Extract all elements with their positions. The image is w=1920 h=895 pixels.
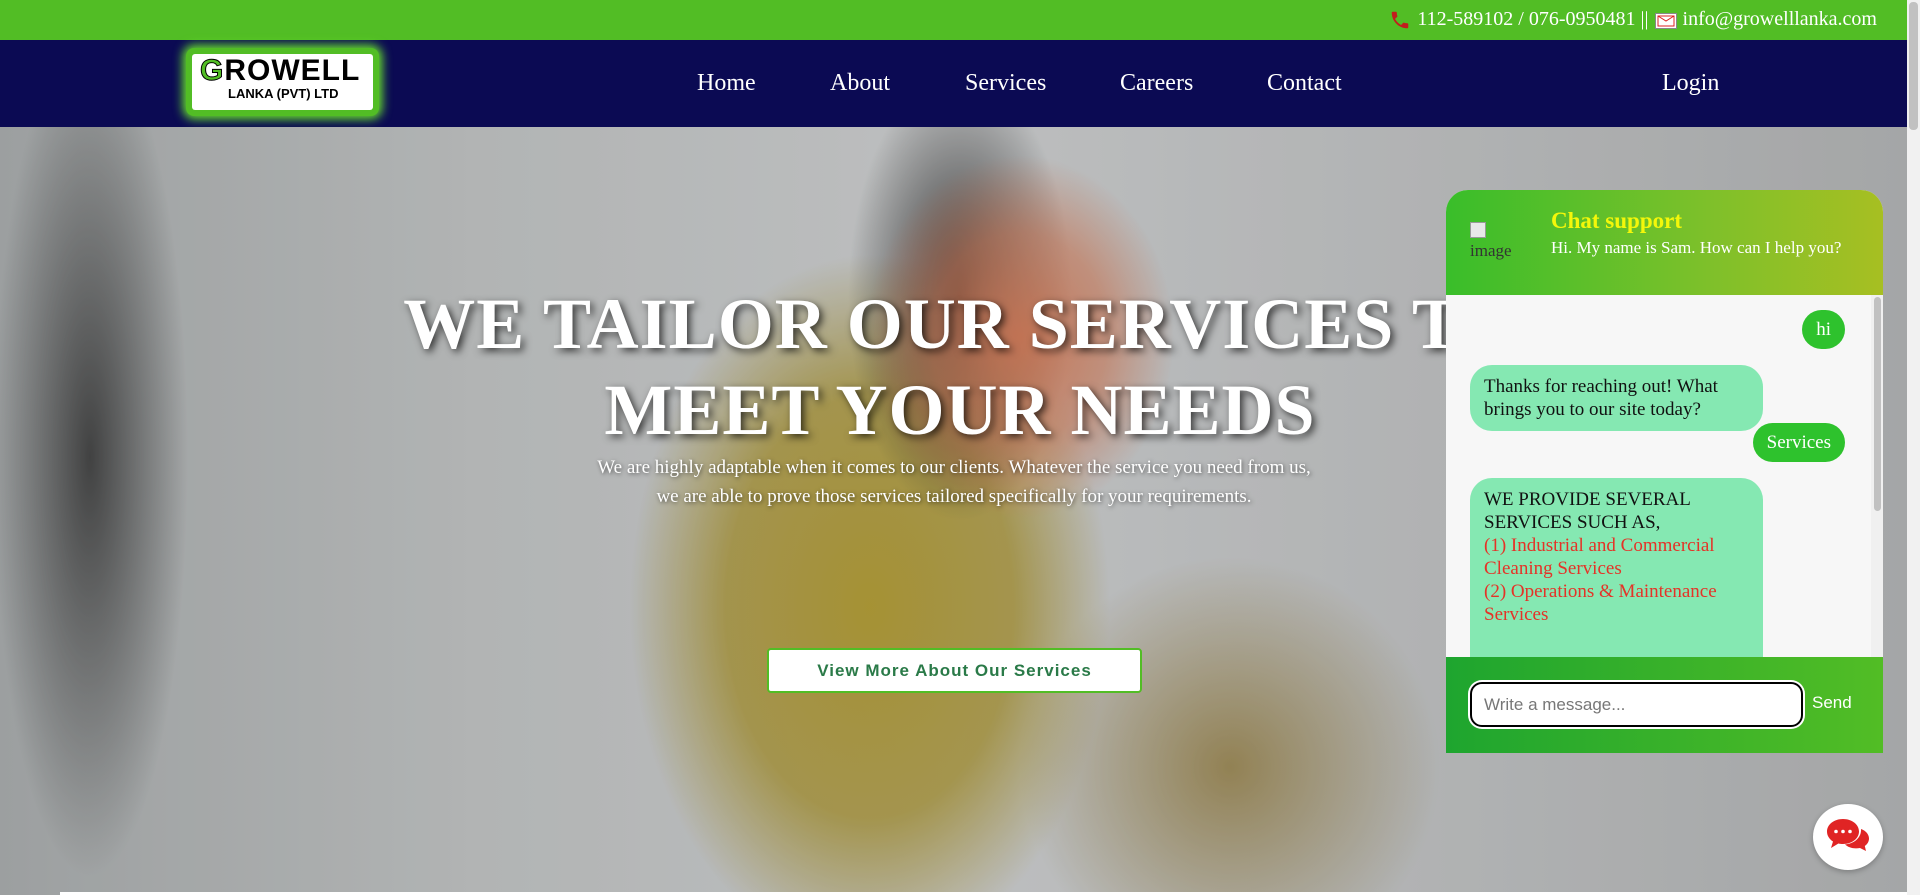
hero-title-line-2: MEET YOUR NEEDS — [604, 370, 1316, 450]
chat-bubbles-icon — [1825, 815, 1871, 860]
chat-support-widget: image Chat support Hi. My name is Sam. H… — [1446, 190, 1883, 753]
bot-message-intro: WE PROVIDE SEVERAL SERVICES SUCH AS, — [1484, 489, 1691, 533]
chat-input-bar: Send — [1446, 657, 1883, 753]
hero-subtitle-line-2: we are able to prove those services tail… — [656, 486, 1252, 507]
service-item: (1) Industrial and Commercial Cleaning S… — [1484, 535, 1715, 579]
chat-scrollbar[interactable] — [1871, 295, 1883, 673]
chat-launcher-button[interactable] — [1813, 804, 1883, 870]
bot-message: Thanks for reaching out! What brings you… — [1470, 365, 1763, 431]
service-item: (2) Operations & Maintenance Services — [1484, 581, 1717, 625]
user-message: Services — [1752, 423, 1845, 462]
page-scrollbar-thumb[interactable] — [1909, 2, 1918, 130]
chat-message-input[interactable] — [1470, 682, 1803, 727]
chat-scrollbar-thumb[interactable] — [1874, 297, 1881, 511]
broken-image-icon — [1470, 222, 1486, 238]
hero-title: WE TAILOR OUR SERVICES TO MEET YOUR NEED… — [380, 281, 1540, 453]
chat-send-button[interactable]: Send — [1812, 693, 1852, 713]
bot-message: WE PROVIDE SEVERAL SERVICES SUCH AS, (1)… — [1470, 478, 1763, 673]
chat-title: Chat support — [1551, 208, 1683, 233]
hero-title-line-1: WE TAILOR OUR SERVICES TO — [403, 284, 1517, 364]
hero-subtitle-line-1: We are highly adaptable when it comes to… — [597, 457, 1311, 478]
chat-agent-avatar: image — [1470, 222, 1526, 272]
page-scrollbar[interactable] — [1907, 0, 1920, 895]
user-message: hi — [1802, 310, 1845, 349]
view-services-button[interactable]: View More About Our Services — [767, 648, 1142, 693]
chat-messages[interactable]: hi Thanks for reaching out! What brings … — [1446, 295, 1883, 673]
chat-greeting: Hi. My name is Sam. How can I help you? — [1551, 238, 1842, 257]
chat-header: image Chat support Hi. My name is Sam. H… — [1446, 190, 1883, 295]
hero-subtitle: We are highly adaptable when it comes to… — [552, 453, 1356, 511]
